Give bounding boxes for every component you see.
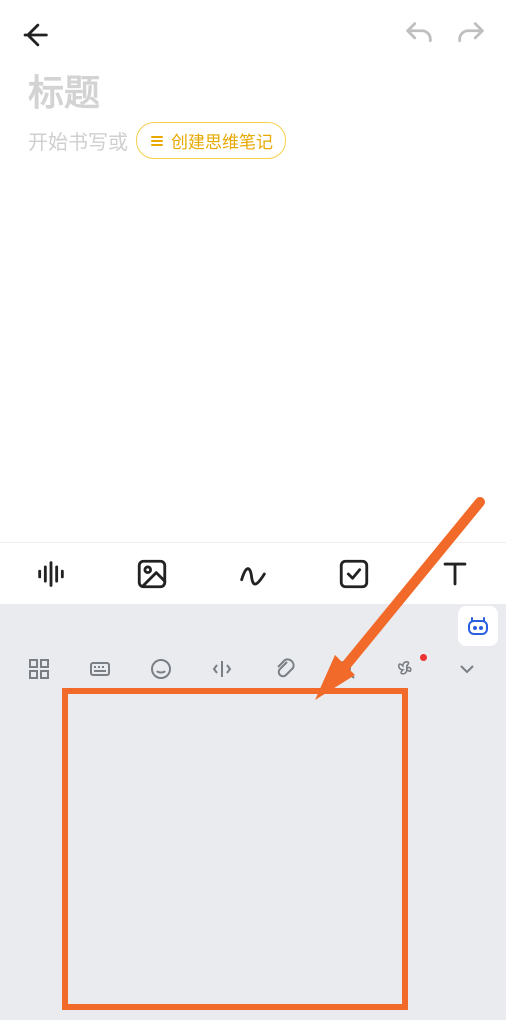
checkbox-icon[interactable] — [337, 557, 371, 591]
image-icon[interactable] — [135, 557, 169, 591]
scribble-icon[interactable] — [236, 557, 270, 591]
body-placeholder[interactable]: 开始书写或 — [28, 126, 128, 155]
search-icon[interactable] — [314, 646, 375, 692]
title-placeholder[interactable]: 标题 — [0, 52, 506, 120]
clip-icon[interactable] — [253, 646, 314, 692]
notification-dot — [420, 654, 427, 661]
list-icon — [149, 133, 165, 149]
undo-button[interactable] — [402, 18, 436, 52]
keyboard-icon-row — [0, 646, 506, 692]
text-format-icon[interactable] — [438, 557, 472, 591]
grid-icon[interactable] — [8, 646, 69, 692]
cursor-move-icon[interactable] — [192, 646, 253, 692]
keyboard-panel: . / + - 符号 1 2 3 4 5 6 7 8 9 返回 — [0, 604, 506, 1020]
collapse-keyboard-icon[interactable] — [437, 646, 498, 692]
keyboard-layout-icon[interactable] — [69, 646, 130, 692]
editor-toolbar — [0, 542, 506, 605]
back-button[interactable] — [18, 18, 52, 52]
voice-icon[interactable] — [34, 557, 68, 591]
create-mind-note-chip[interactable]: 创建思维笔记 — [136, 122, 286, 159]
redo-button[interactable] — [454, 18, 488, 52]
clover-icon[interactable] — [376, 646, 437, 692]
mind-note-label: 创建思维笔记 — [171, 128, 273, 153]
assistant-button[interactable] — [458, 606, 498, 646]
emoji-icon[interactable] — [131, 646, 192, 692]
